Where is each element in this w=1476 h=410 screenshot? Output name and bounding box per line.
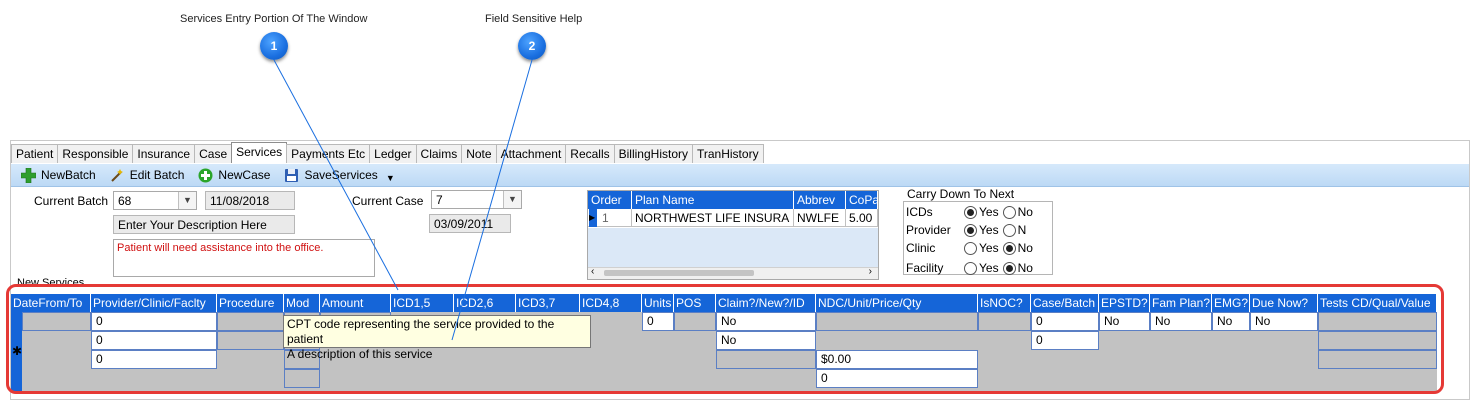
plus-circle-icon	[198, 168, 213, 183]
save-services-button[interactable]: SaveServices	[284, 168, 378, 183]
radio-no[interactable]	[1002, 261, 1016, 275]
carry-down-row-provider: Provider Yes N	[906, 221, 1026, 239]
horizontal-scrollbar[interactable]: ‹ ›	[588, 266, 878, 279]
radio-yes-label: Yes	[979, 223, 999, 237]
carry-down-row-icds: ICDs Yes No	[906, 203, 1033, 221]
tab-strip: Patient Responsible Insurance Case Services P…	[11, 142, 764, 163]
tab-claims[interactable]: Claims	[415, 144, 463, 163]
tooltip-line-1: CPT code representing the service provid…	[287, 317, 555, 346]
callout-1-badge: 1	[260, 32, 288, 60]
insurance-col-header: Plan Name	[632, 191, 794, 209]
current-case-value: 7	[436, 193, 443, 207]
tab-attachment[interactable]: Attachment	[495, 144, 567, 163]
radio-no-label: N	[1017, 223, 1027, 237]
carry-down-title: Carry Down To Next	[906, 187, 1016, 201]
tab-recalls[interactable]: Recalls	[565, 144, 615, 163]
carry-down-row-clinic: Clinic Yes No	[906, 239, 1033, 257]
insurance-abbrev-cell: NWLFE	[794, 209, 846, 227]
tab-payments-etc[interactable]: Payments Etc	[286, 144, 371, 163]
tab-responsible[interactable]: Responsible	[57, 144, 134, 163]
carry-down-label: Clinic	[906, 241, 936, 255]
new-batch-label: NewBatch	[41, 168, 96, 182]
chevron-down-icon[interactable]: ▼	[503, 191, 521, 208]
batch-date-field: 11/08/2018	[205, 191, 295, 210]
scrollbar-thumb[interactable]	[604, 270, 754, 276]
radio-yes[interactable]	[964, 223, 977, 237]
tab-case[interactable]: Case	[194, 144, 233, 163]
current-batch-value: 68	[118, 194, 132, 208]
tab-patient[interactable]: Patient	[11, 144, 59, 163]
tab-note[interactable]: Note	[461, 144, 497, 163]
new-case-label: NewCase	[218, 168, 271, 182]
radio-no-label: No	[1017, 241, 1033, 255]
batch-description-field[interactable]: Enter Your Description Here	[113, 215, 295, 234]
tab-ledger[interactable]: Ledger	[369, 144, 417, 163]
callout-2-label: Field Sensitive Help	[485, 13, 583, 25]
callout-1-label: Services Entry Portion Of The Window	[180, 13, 368, 25]
plus-icon	[21, 167, 36, 183]
radio-no[interactable]	[1002, 241, 1016, 255]
new-case-button[interactable]: NewCase	[198, 168, 270, 183]
callout-2-badge: 2	[518, 32, 546, 60]
services-entry-highlight	[6, 284, 1444, 394]
scroll-right-icon[interactable]: ›	[869, 266, 872, 277]
edit-batch-label: Edit Batch	[129, 168, 185, 182]
insurance-order-cell: ▶ 1	[588, 209, 632, 227]
table-row[interactable]: ▶ 1 NORTHWEST LIFE INSURA NWLFE 5.00	[588, 209, 878, 227]
current-batch-label: Current Batch	[34, 194, 109, 208]
scroll-left-icon[interactable]: ‹	[591, 266, 594, 277]
carry-down-group: Carry Down To Next ICDs Yes No Provider Yes N…	[903, 187, 1053, 277]
save-services-label: SaveServices	[304, 168, 378, 182]
insurance-col-header: Order	[588, 191, 632, 209]
new-batch-button[interactable]: NewBatch	[21, 167, 96, 183]
radio-yes[interactable]	[964, 205, 977, 219]
tab-insurance[interactable]: Insurance	[132, 144, 196, 163]
radio-yes-label: Yes	[979, 241, 999, 255]
carry-down-row-facility: Facility Yes No	[906, 259, 1033, 277]
insurance-grid-empty	[588, 228, 878, 268]
edit-batch-button[interactable]: Edit Batch	[110, 168, 185, 183]
tab-tranhistory[interactable]: TranHistory	[692, 144, 764, 163]
radio-no-label: No	[1017, 205, 1033, 219]
radio-no[interactable]	[1002, 223, 1016, 237]
insurance-plan-cell: NORTHWEST LIFE INSURA	[632, 209, 794, 227]
wand-icon	[110, 168, 125, 183]
radio-no-label: No	[1017, 261, 1033, 275]
case-date-field: 03/09/2011	[429, 214, 511, 233]
field-help-tooltip: CPT code representing the service provid…	[283, 315, 591, 361]
current-case-combo[interactable]: 7 ▼	[431, 190, 522, 209]
carry-down-label: Facility	[906, 261, 944, 275]
radio-yes[interactable]	[964, 261, 977, 275]
tab-services[interactable]: Services	[231, 142, 288, 163]
current-case-label: Current Case	[352, 194, 424, 208]
carry-down-label: ICDs	[906, 205, 933, 219]
radio-no[interactable]	[1002, 205, 1016, 219]
chevron-down-icon[interactable]: ▼	[178, 192, 196, 209]
radio-yes-label: Yes	[979, 261, 999, 275]
carry-down-label: Provider	[906, 223, 951, 237]
toolbar: NewBatch Edit Batch NewCase SaveServices…	[11, 164, 1469, 187]
insurance-copay-cell: 5.00	[846, 209, 878, 227]
insurance-col-header: CoPay	[846, 191, 878, 209]
chevron-down-icon[interactable]: ▼	[386, 173, 395, 183]
radio-yes[interactable]	[964, 241, 977, 255]
tooltip-line-2: A description of this service	[287, 347, 433, 361]
floppy-disk-icon	[284, 168, 299, 183]
radio-yes-label: Yes	[979, 205, 999, 219]
current-batch-combo[interactable]: 68 ▼	[113, 191, 197, 210]
patient-notes-field[interactable]: Patient will need assistance into the of…	[113, 239, 375, 277]
insurance-grid: Order Plan Name Abbrev CoPay ▶1 NORTHWES…	[587, 190, 879, 280]
insurance-col-header: Abbrev	[794, 191, 846, 209]
tab-billinghistory[interactable]: BillingHistory	[613, 144, 693, 163]
row-arrow-icon: ▶	[589, 213, 596, 222]
insurance-grid-header: Order Plan Name Abbrev CoPay	[588, 191, 878, 209]
